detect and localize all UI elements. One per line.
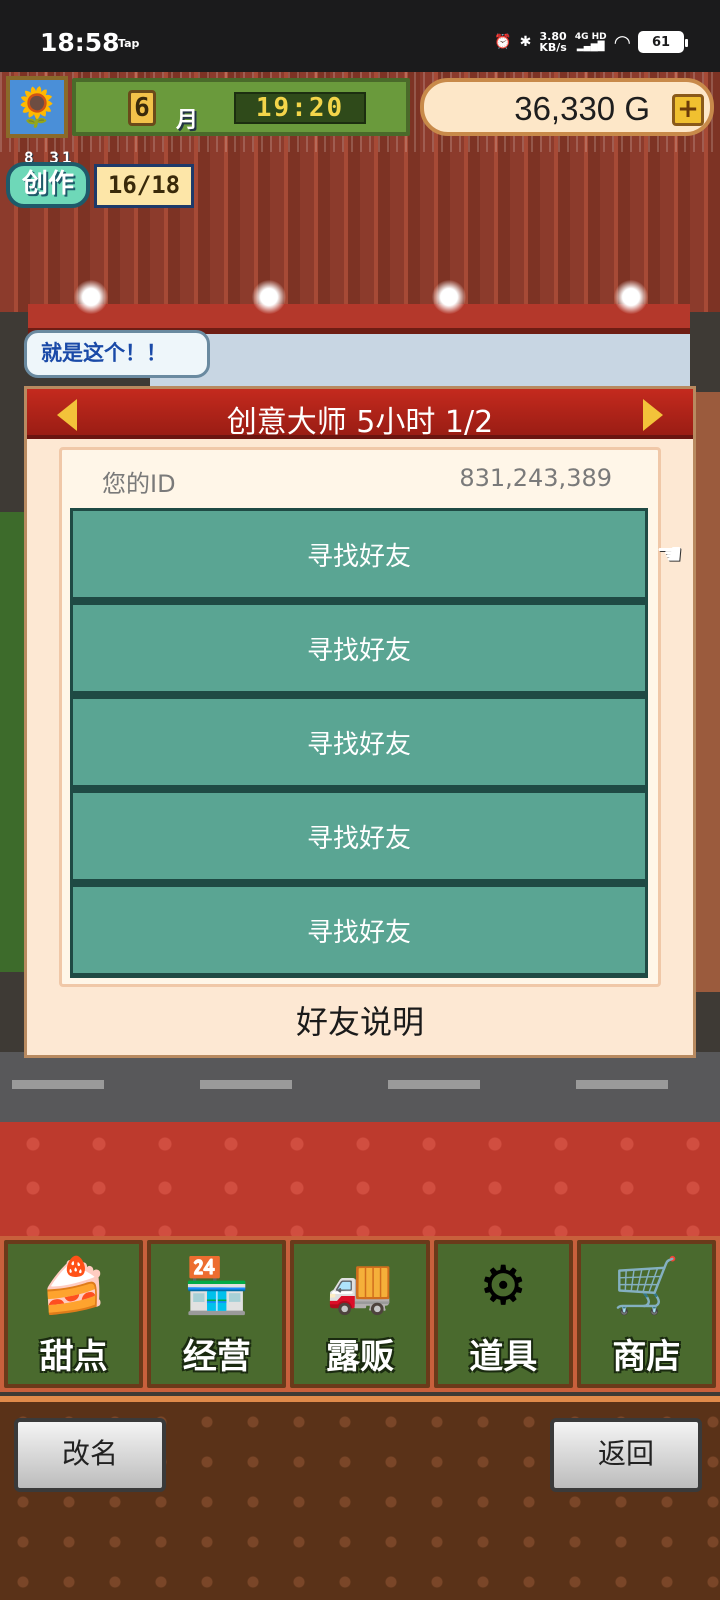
gold-panel: 36,330 G + (420, 78, 714, 136)
tools-icon: ⚙ (479, 1254, 528, 1317)
sunflower-icon[interactable]: 🌻 (6, 76, 68, 138)
cake-icon: 🍰 (39, 1254, 108, 1317)
menu-label: 露贩 (326, 1337, 394, 1377)
dialog-title: 创意大师 5小时 1/2 (226, 405, 494, 440)
status-time: 18:58 (40, 28, 120, 57)
date-panel: 6 月 19:20 (72, 78, 410, 136)
friend-help-link[interactable]: 好友说明 (27, 997, 693, 1043)
game-clock: 19:20 (234, 92, 366, 124)
cart-icon: 🛒 (612, 1254, 681, 1317)
red-carpet (0, 1122, 720, 1248)
speech-bubble: 就是这个！！ (24, 330, 210, 378)
menu-tools[interactable]: ⚙ 道具 (433, 1240, 573, 1388)
create-indicator[interactable]: 8 31 创作 16/18 (6, 148, 196, 210)
status-app-tag: Tap (118, 37, 140, 50)
create-count: 16/18 (94, 164, 194, 208)
menu-label: 甜点 (39, 1337, 108, 1377)
next-arrow-icon[interactable] (643, 399, 663, 431)
speed-unit: KB/s (539, 41, 567, 54)
storefront-window (150, 334, 690, 394)
dialog-header: 创意大师 5小时 1/2 (27, 389, 693, 440)
status-bar: 18:58 Tap ⏰ ✱ 3.80 KB/s 4G HD ▂▄▆█ ◠ 61 (0, 0, 720, 72)
main-menu: 🍰 甜点 🏪 经营 🚚 露贩 ⚙ 道具 🛒 商店 (0, 1236, 720, 1392)
gold-value: 36,330 G (514, 90, 650, 127)
lamp-icon (74, 280, 108, 314)
month-number: 6 (128, 90, 156, 126)
status-icons: ⏰ ✱ 3.80 KB/s 4G HD ▂▄▆█ ◠ 61 (494, 30, 688, 54)
menu-label: 商店 (612, 1337, 681, 1377)
game-scene: 🌻 6 月 19:20 36,330 G + 8 31 创作 16/18 就是这… (0, 72, 720, 1600)
find-friend-button[interactable]: 寻找好友 (70, 508, 648, 602)
rename-button[interactable]: 改名 (14, 1418, 166, 1492)
road-marking (12, 1080, 104, 1089)
road-marking (576, 1080, 668, 1089)
month-label: 月 (176, 108, 199, 133)
id-label: 您的ID (102, 470, 176, 498)
road-marking (200, 1080, 292, 1089)
pointing-hand-icon: ☚ (656, 537, 683, 572)
app-root: 18:58 Tap ⏰ ✱ 3.80 KB/s 4G HD ▂▄▆█ ◠ 61 (0, 0, 720, 1600)
friends-dialog: 创意大师 5小时 1/2 您的ID 831,243,389 寻找好友 寻找好友 … (24, 386, 696, 1058)
menu-food-truck[interactable]: 🚚 露贩 (290, 1240, 430, 1388)
bluetooth-icon: ✱ (519, 34, 532, 50)
menu-label: 道具 (469, 1337, 538, 1377)
battery-icon: 61 (638, 31, 688, 53)
signal-icon: 4G HD ▂▄▆█ (574, 32, 607, 52)
create-badge: 创作 (6, 162, 90, 208)
find-friend-button[interactable]: 寻找好友 (70, 602, 648, 696)
wifi-icon: ◠ (614, 30, 630, 54)
lamp-icon (252, 280, 286, 314)
alarm-icon: ⏰ (494, 34, 512, 50)
lamp-icon (614, 280, 648, 314)
network-type: 4G HD (574, 32, 607, 42)
find-friend-button[interactable]: 寻找好友 (70, 884, 648, 978)
dialog-body: 您的ID 831,243,389 寻找好友 寻找好友 寻找好友 寻找好友 寻找好… (59, 447, 683, 987)
find-friend-button[interactable]: 寻找好友 (70, 696, 648, 790)
add-gold-button[interactable]: + (672, 94, 704, 126)
shop-icon: 🏪 (183, 1254, 251, 1317)
back-button[interactable]: 返回 (550, 1418, 702, 1492)
menu-store[interactable]: 🛒 商店 (576, 1240, 717, 1388)
menu-dessert[interactable]: 🍰 甜点 (4, 1240, 144, 1388)
id-value: 831,243,389 (459, 464, 612, 492)
road-marking (388, 1080, 480, 1089)
find-friend-button[interactable]: 寻找好友 (70, 790, 648, 884)
menu-label: 经营 (182, 1337, 251, 1377)
lamp-icon (432, 280, 466, 314)
menu-manage[interactable]: 🏪 经营 (147, 1240, 287, 1388)
network-speed: 3.80 KB/s (539, 31, 566, 53)
friend-list: 寻找好友 寻找好友 寻找好友 寻找好友 寻找好友 (70, 508, 648, 978)
food-truck-icon: 🚚 (326, 1254, 394, 1317)
